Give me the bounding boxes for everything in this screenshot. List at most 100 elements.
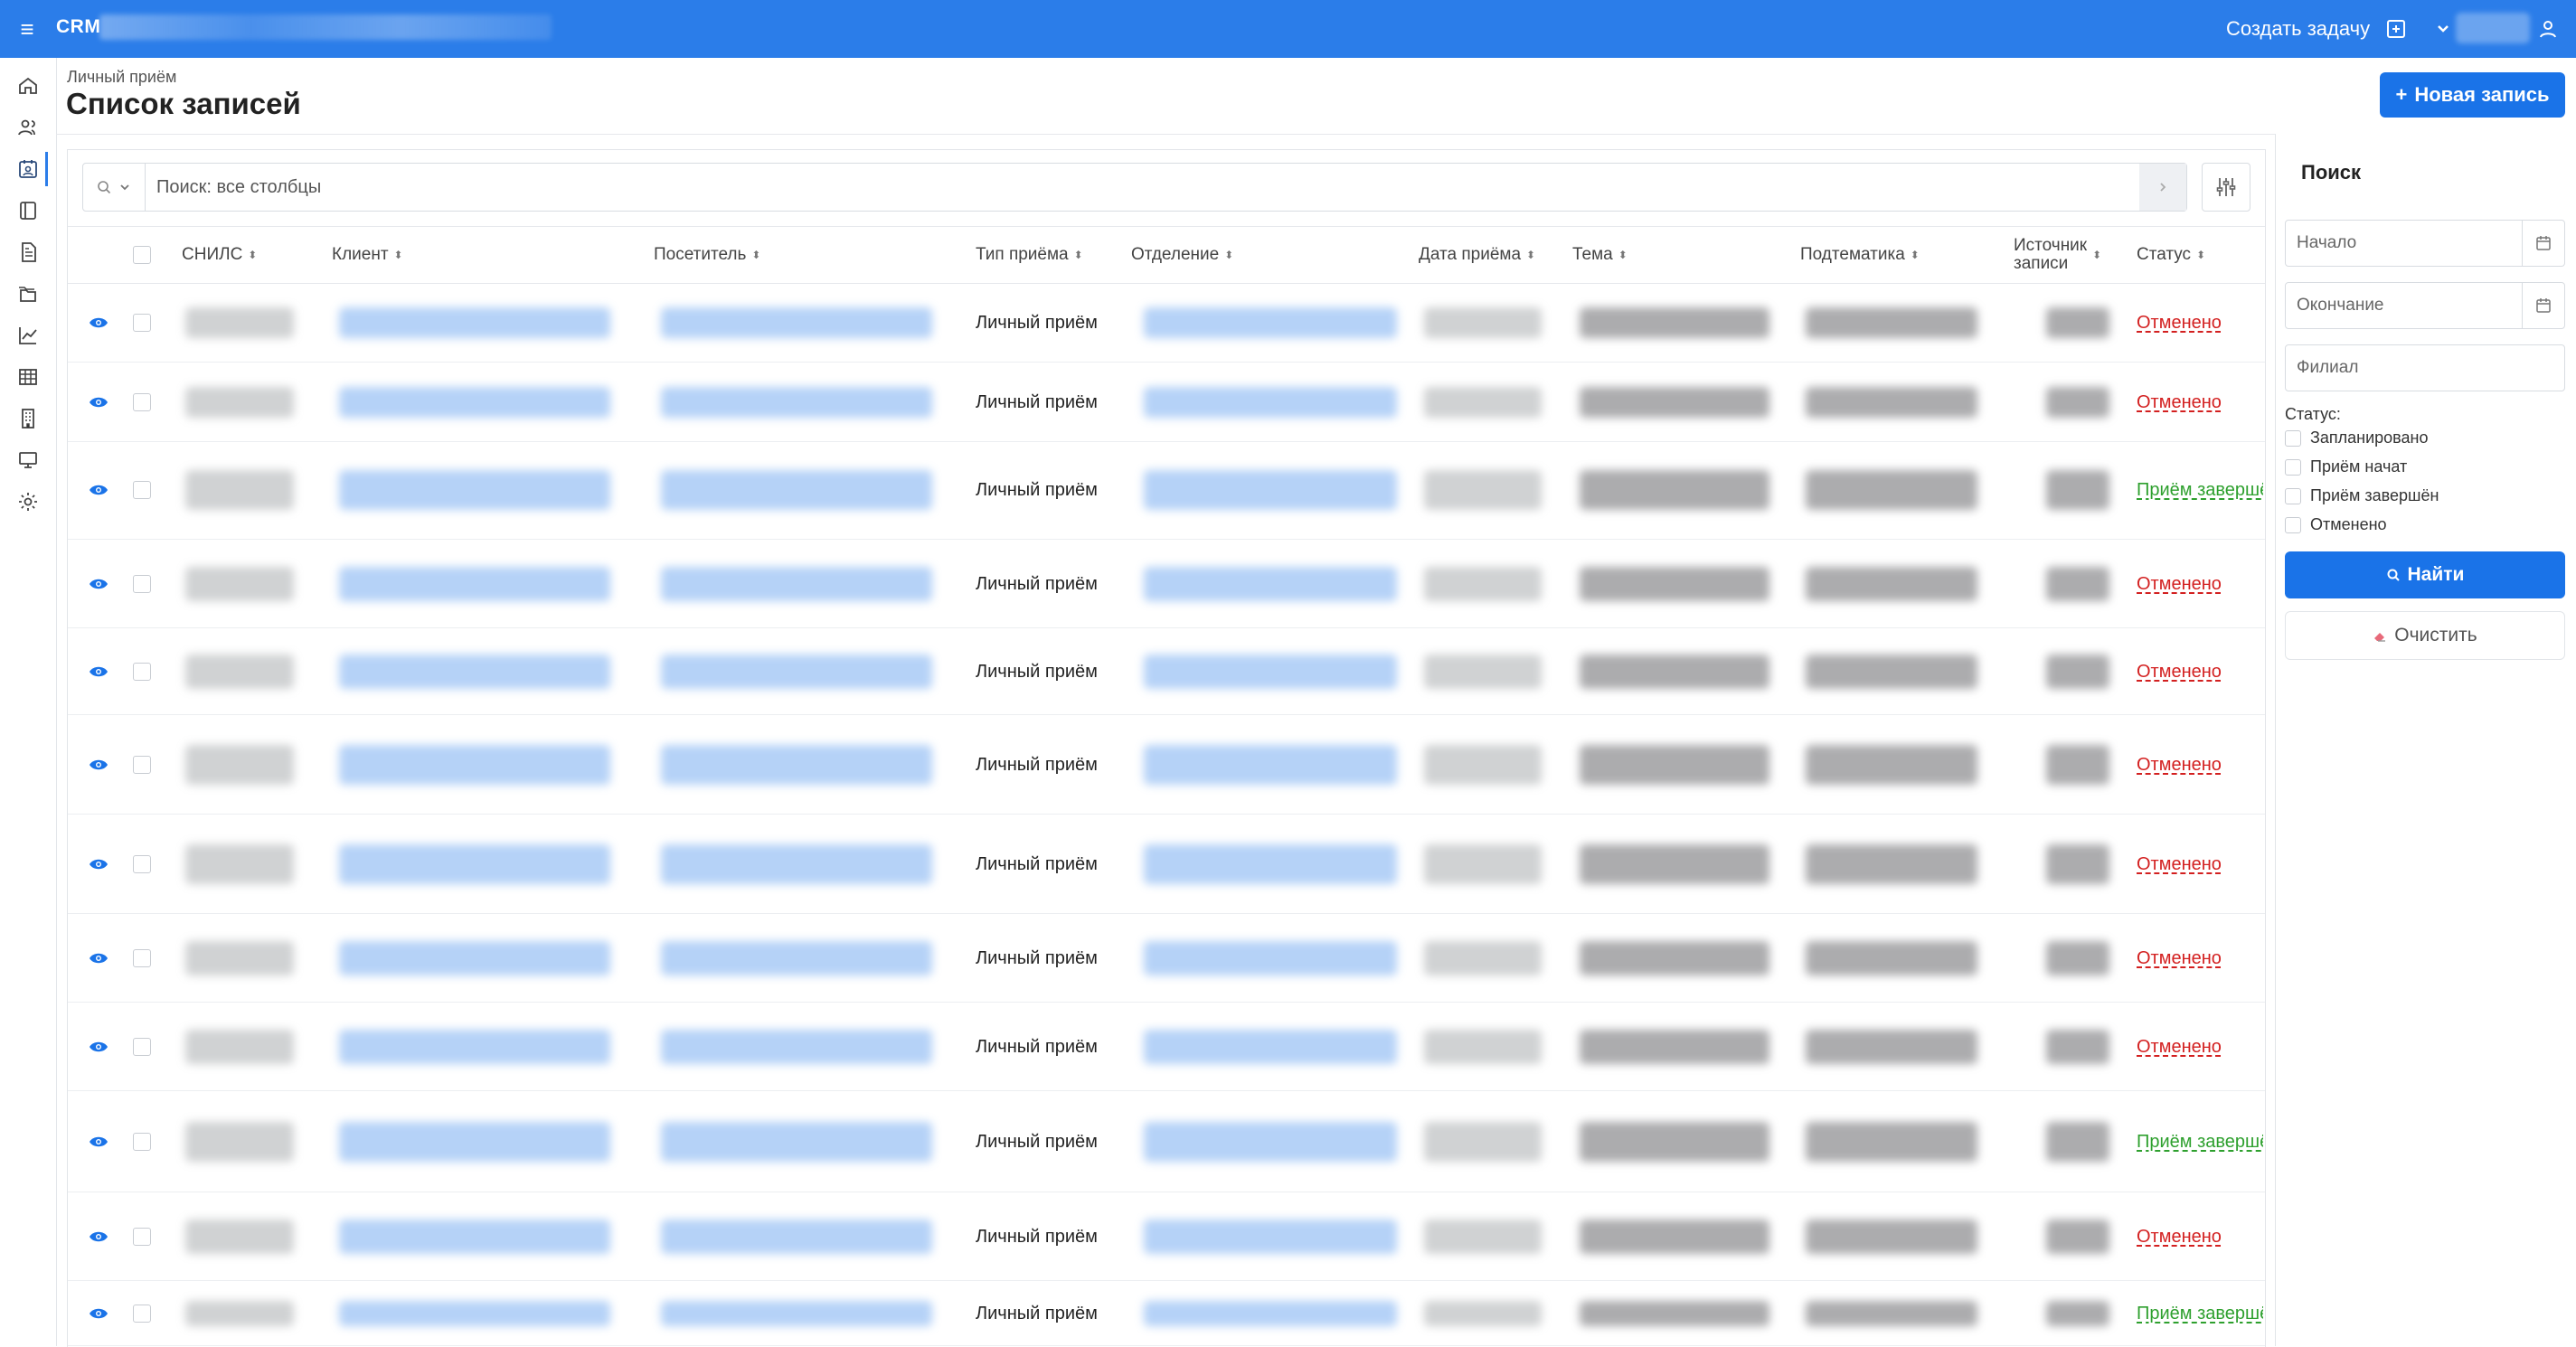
status-badge[interactable]: Отменено (2137, 716, 2263, 814)
view-eye-icon[interactable] (84, 541, 113, 627)
breadcrumb[interactable]: Личный приём (67, 68, 176, 87)
view-eye-icon[interactable] (84, 441, 113, 539)
table-row[interactable]: Личный приём Отменено (68, 541, 2265, 628)
folders-icon[interactable] (11, 277, 45, 311)
column-header-topic[interactable]: Тема ⬍ (1572, 227, 1628, 283)
status-badge[interactable]: Приём завершён (2137, 441, 2263, 539)
status-badge[interactable]: Отменено (2137, 815, 2263, 913)
status-badge[interactable]: Отменено (2137, 541, 2263, 627)
redacted-cell (1424, 1301, 1542, 1326)
row-checkbox[interactable] (133, 629, 151, 714)
table-row[interactable]: Личный приём Отменено (68, 716, 2265, 815)
column-header-subtopic[interactable]: Подтематика ⬍ (1800, 227, 1920, 283)
row-checkbox[interactable] (133, 363, 151, 441)
table-row[interactable]: Личный приём Приём завершён (68, 1282, 2265, 1346)
users-icon[interactable] (11, 110, 45, 145)
page-title: Список записей (66, 87, 301, 120)
book-icon[interactable] (11, 193, 45, 228)
clear-button[interactable]: Очистить (2285, 611, 2565, 660)
status-badge[interactable]: Отменено (2137, 915, 2263, 1002)
view-eye-icon[interactable] (84, 1193, 113, 1280)
table-row[interactable]: Личный приём Отменено (68, 629, 2265, 715)
calendar-contacts-icon[interactable] (11, 152, 48, 186)
hamburger-menu-icon[interactable]: ≡ (13, 14, 42, 43)
status-badge[interactable]: Приём завершён (2137, 1092, 2263, 1192)
document-icon[interactable] (11, 235, 45, 269)
calendar-icon[interactable] (2522, 283, 2564, 328)
view-eye-icon[interactable] (84, 1282, 113, 1345)
status-option-completed[interactable]: Приём завершён (2285, 486, 2439, 505)
start-date-field (2285, 220, 2565, 267)
row-checkbox[interactable] (133, 1282, 151, 1345)
row-checkbox[interactable] (133, 716, 151, 814)
status-badge[interactable]: Отменено (2137, 629, 2263, 714)
status-option-cancelled[interactable]: Отменено (2285, 515, 2387, 534)
row-checkbox[interactable] (133, 815, 151, 913)
monitor-icon[interactable] (11, 443, 45, 477)
table-row[interactable]: Личный приём Отменено (68, 1193, 2265, 1281)
top-bar: ≡ CRM Создать задачу (0, 0, 2576, 58)
table-row[interactable]: Личный приём Отменено (68, 363, 2265, 442)
table-row[interactable]: Личный приём Приём завершён (68, 1092, 2265, 1192)
chart-line-icon[interactable] (11, 318, 45, 353)
calendar-icon[interactable] (2522, 221, 2564, 266)
status-text: Отменено (2137, 947, 2222, 968)
search-scope-dropdown[interactable] (83, 164, 146, 211)
status-option-planned[interactable]: Запланировано (2285, 429, 2428, 447)
row-checkbox[interactable] (133, 915, 151, 1002)
row-checkbox[interactable] (133, 441, 151, 539)
view-eye-icon[interactable] (84, 629, 113, 714)
end-date-input[interactable] (2286, 283, 2522, 328)
status-badge[interactable]: Приём завершён (2137, 1282, 2263, 1345)
view-eye-icon[interactable] (84, 363, 113, 441)
column-header-department[interactable]: Отделение ⬍ (1131, 227, 1233, 283)
status-option-started[interactable]: Приём начат (2285, 457, 2407, 476)
search-input[interactable] (146, 164, 2139, 211)
view-eye-icon[interactable] (84, 915, 113, 1002)
table-row[interactable]: Личный приём Отменено (68, 815, 2265, 914)
redacted-cell (185, 1029, 294, 1065)
new-record-button[interactable]: + Новая запись (2380, 72, 2565, 118)
column-header-reception-type[interactable]: Тип приёма ⬍ (976, 227, 1083, 283)
status-badge[interactable]: Отменено (2137, 363, 2263, 441)
create-task-link[interactable]: Создать задачу (2226, 17, 2370, 41)
row-checkbox[interactable] (133, 284, 151, 362)
column-header-client[interactable]: Клиент ⬍ (332, 227, 403, 283)
building-icon[interactable] (11, 401, 45, 436)
table-row[interactable]: Личный приём Отменено (68, 915, 2265, 1003)
user-icon[interactable] (2534, 14, 2562, 43)
table-row[interactable]: Личный приём Отменено (68, 1003, 2265, 1091)
filter-sliders-icon[interactable] (2202, 163, 2250, 212)
column-header-snils[interactable]: СНИЛС ⬍ (182, 227, 257, 283)
column-header-source[interactable]: Источник записи ⬍ (2014, 227, 2113, 283)
view-eye-icon[interactable] (84, 716, 113, 814)
redacted-cell (1424, 940, 1542, 976)
row-checkbox[interactable] (133, 1193, 151, 1280)
view-eye-icon[interactable] (84, 815, 113, 913)
row-checkbox[interactable] (133, 1003, 151, 1090)
row-checkbox[interactable] (133, 541, 151, 627)
column-header-status[interactable]: Статус ⬍ (2137, 227, 2205, 283)
add-task-icon[interactable] (2382, 14, 2411, 43)
find-button[interactable]: Найти (2285, 551, 2565, 598)
row-checkbox[interactable] (133, 1092, 151, 1192)
view-eye-icon[interactable] (84, 1092, 113, 1192)
branch-input[interactable] (2286, 345, 2564, 391)
search-submit-chevron-right-icon[interactable] (2139, 164, 2186, 211)
view-eye-icon[interactable] (84, 1003, 113, 1090)
chevron-down-icon[interactable] (2429, 14, 2458, 43)
status-badge[interactable]: Отменено (2137, 1003, 2263, 1090)
table-row[interactable]: Личный приём Отменено (68, 284, 2265, 363)
start-date-input[interactable] (2286, 221, 2522, 266)
settings-gear-icon[interactable] (11, 485, 45, 519)
column-header-visitor[interactable]: Посетитель ⬍ (654, 227, 760, 283)
table-row[interactable]: Личный приём Приём завершён (68, 441, 2265, 540)
home-icon[interactable] (11, 69, 45, 103)
table-icon[interactable] (11, 360, 45, 394)
column-header-reception-date[interactable]: Дата приёма ⬍ (1419, 227, 1535, 283)
status-badge[interactable]: Отменено (2137, 1193, 2263, 1280)
select-all-checkbox[interactable] (133, 227, 151, 283)
view-eye-icon[interactable] (84, 284, 113, 362)
status-badge[interactable]: Отменено (2137, 284, 2263, 362)
redacted-cell (2046, 844, 2109, 884)
